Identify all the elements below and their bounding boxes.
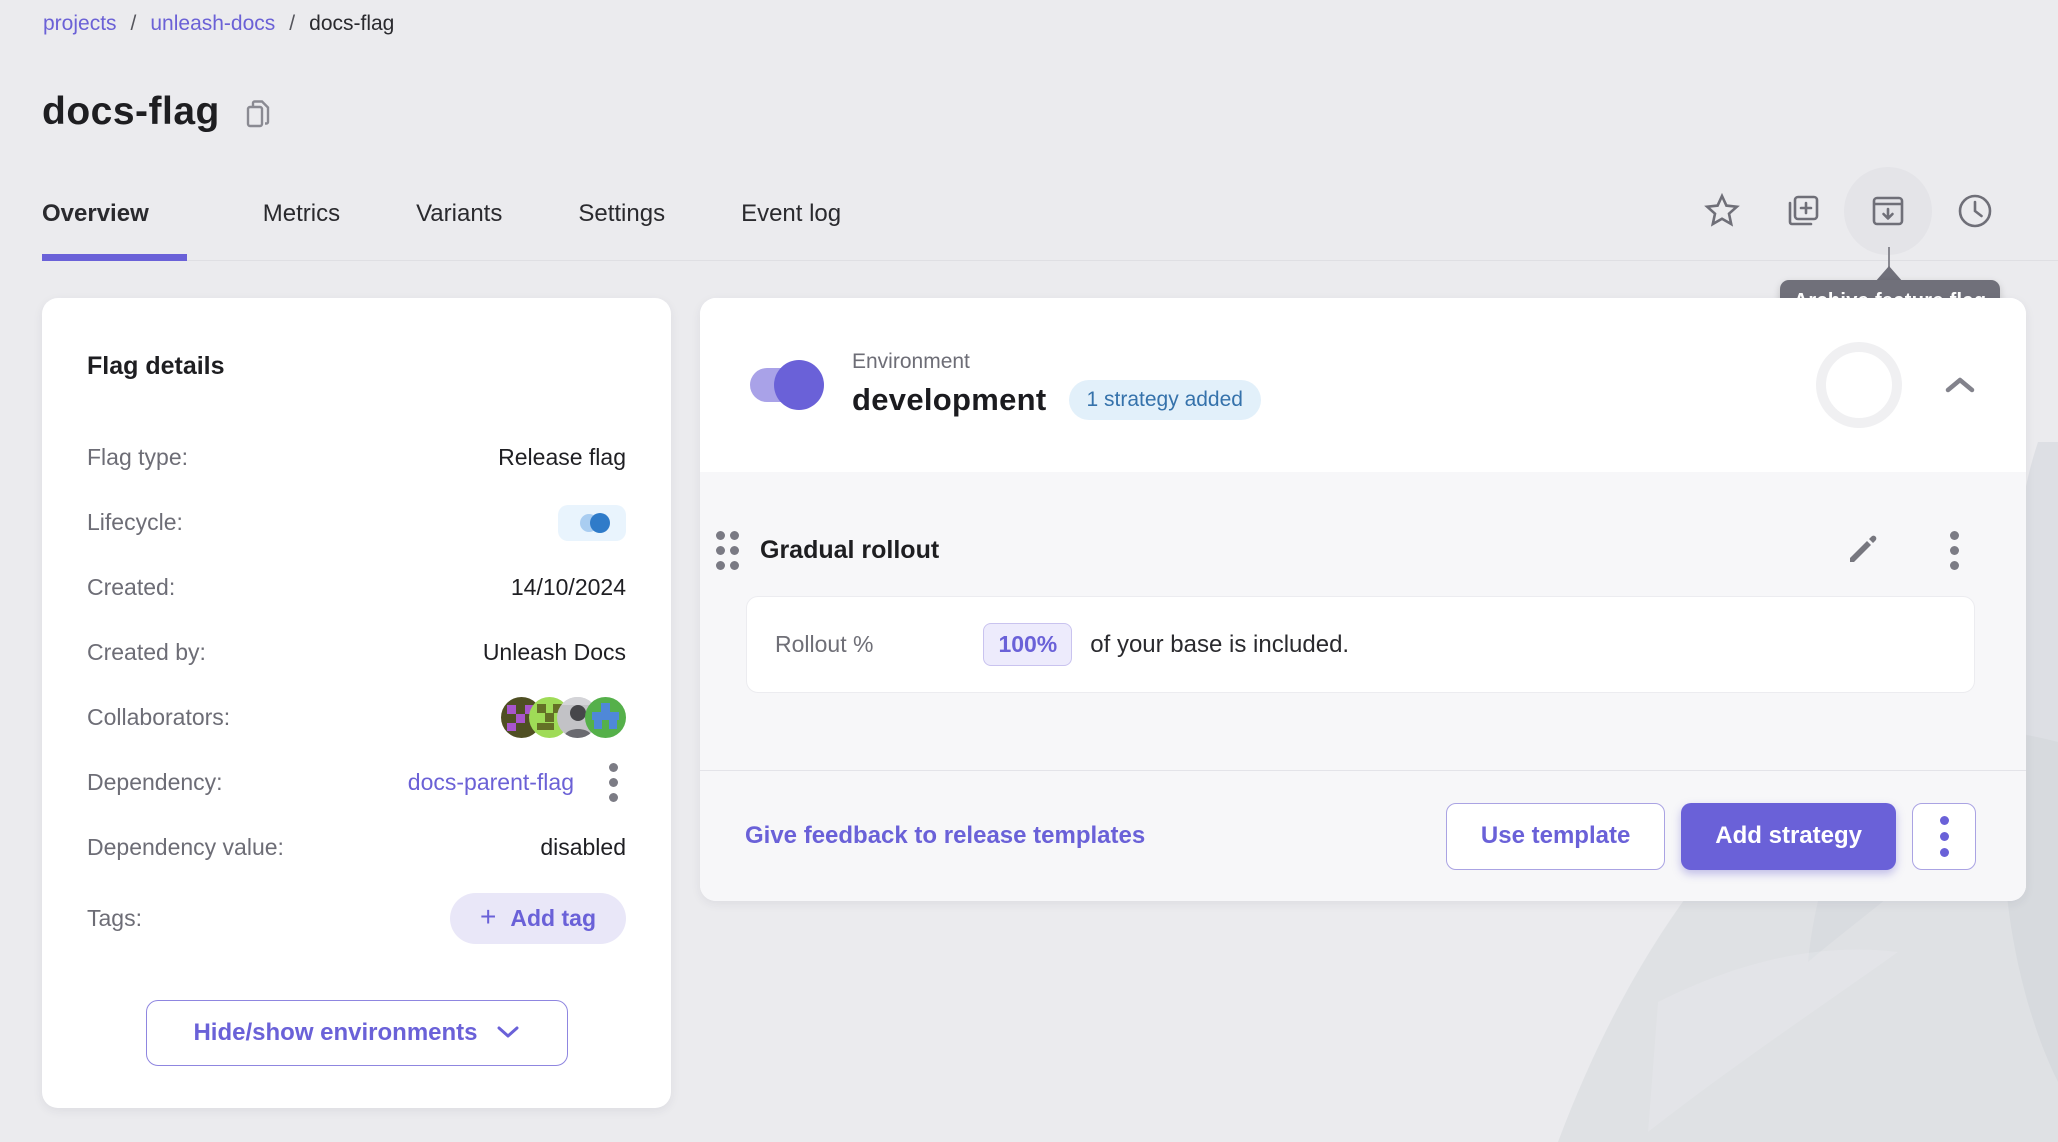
- add-tag-button[interactable]: + Add tag: [450, 893, 626, 944]
- chevron-down-icon: [496, 1019, 520, 1047]
- use-template-button[interactable]: Use template: [1446, 803, 1665, 870]
- hide-show-environments-button[interactable]: Hide/show environments: [146, 1000, 568, 1066]
- rollout-percentage-chip: 100%: [983, 623, 1072, 666]
- breadcrumb-current: docs-flag: [309, 12, 394, 36]
- tab-settings[interactable]: Settings: [540, 186, 703, 260]
- tab-metrics-label: Metrics: [263, 200, 340, 227]
- created-row: Created: 14/10/2024: [87, 555, 626, 620]
- add-tag-label: Add tag: [510, 905, 596, 932]
- flag-details-card: Flag details Flag type: Release flag Lif…: [42, 298, 671, 1108]
- dependency-label: Dependency:: [87, 769, 223, 796]
- rollout-description: of your base is included.: [1090, 631, 1349, 659]
- strategy-count-badge: 1 strategy added: [1069, 380, 1261, 420]
- collaborators-label: Collaborators:: [87, 704, 230, 731]
- tab-event-log[interactable]: Event log: [703, 186, 879, 260]
- environment-name: development: [852, 382, 1047, 418]
- dependency-value: disabled: [540, 834, 626, 861]
- plus-icon: +: [480, 901, 496, 933]
- breadcrumb-separator: /: [289, 12, 295, 36]
- collaborators-row: Collaborators:: [87, 685, 626, 750]
- strategy-menu-icon[interactable]: [1932, 528, 1976, 572]
- copy-name-icon[interactable]: [242, 98, 274, 130]
- page-title: docs-flag: [42, 90, 220, 134]
- dependency-value-row: Dependency value: disabled: [87, 815, 626, 880]
- flag-details-title: Flag details: [87, 352, 626, 381]
- breadcrumb-project-name[interactable]: unleash-docs: [150, 12, 275, 36]
- tab-variants[interactable]: Variants: [378, 186, 540, 260]
- add-strategy-button[interactable]: Add strategy: [1681, 803, 1896, 870]
- breadcrumb: projects / unleash-docs / docs-flag: [43, 12, 394, 36]
- environment-label: Environment: [852, 350, 1261, 374]
- tab-bar: Overview Metrics Variants Settings Event…: [42, 186, 2058, 261]
- breadcrumb-separator: /: [131, 12, 137, 36]
- environment-header: Environment development 1 strategy added: [700, 298, 2026, 472]
- created-by-label: Created by:: [87, 639, 206, 666]
- archive-feature-flag-icon[interactable]: [1859, 182, 1917, 240]
- rollout-summary: Rollout % 100% of your base is included.: [746, 596, 1975, 693]
- strategy-title: Gradual rollout: [760, 536, 939, 565]
- lifecycle-row: Lifecycle:: [87, 490, 626, 555]
- dependency-value-label: Dependency value:: [87, 834, 284, 861]
- environment-card: Environment development 1 strategy added: [700, 298, 2026, 901]
- tags-label: Tags:: [87, 905, 142, 932]
- more-actions-button[interactable]: [1912, 803, 1976, 870]
- environment-footer: Give feedback to release templates Use t…: [700, 770, 2026, 901]
- environment-toggle[interactable]: [750, 368, 818, 402]
- feedback-link[interactable]: Give feedback to release templates: [745, 822, 1145, 850]
- metrics-ring: [1816, 342, 1902, 428]
- lifecycle-stage-chip[interactable]: [558, 505, 626, 541]
- collapse-environment-icon[interactable]: [1938, 363, 1982, 407]
- strategy-section: Gradual rollout Rollout % 100% of your b…: [700, 472, 2026, 770]
- tab-overview-label: Overview: [42, 200, 149, 227]
- dependency-menu-icon[interactable]: [600, 761, 626, 805]
- event-history-icon[interactable]: [1946, 182, 2004, 240]
- lifecycle-label: Lifecycle:: [87, 509, 183, 536]
- created-label: Created:: [87, 574, 175, 601]
- created-by-row: Created by: Unleash Docs: [87, 620, 626, 685]
- tab-overview[interactable]: Overview: [42, 186, 225, 260]
- copy-feature-flag-icon[interactable]: [1773, 182, 1831, 240]
- dependency-row: Dependency: docs-parent-flag: [87, 750, 626, 815]
- collaborator-avatars[interactable]: [501, 697, 626, 738]
- tab-variants-label: Variants: [416, 200, 502, 227]
- edit-strategy-icon[interactable]: [1840, 528, 1884, 572]
- tags-row: Tags: + Add tag: [87, 880, 626, 956]
- favorite-star-icon[interactable]: [1693, 182, 1751, 240]
- breadcrumb-projects[interactable]: projects: [43, 12, 117, 36]
- avatar: [585, 697, 626, 738]
- dependency-link[interactable]: docs-parent-flag: [408, 769, 574, 796]
- tab-settings-label: Settings: [578, 200, 665, 227]
- toggle-thumb: [774, 360, 824, 410]
- flag-type-label: Flag type:: [87, 444, 188, 471]
- tab-event-log-label: Event log: [741, 200, 841, 227]
- flag-type-row: Flag type: Release flag: [87, 425, 626, 490]
- created-by-value: Unleash Docs: [483, 639, 626, 666]
- hide-show-environments-label: Hide/show environments: [193, 1019, 477, 1047]
- drag-handle-icon[interactable]: [712, 522, 742, 578]
- lifecycle-dot-solid: [590, 513, 610, 533]
- rollout-label: Rollout %: [775, 631, 873, 658]
- tab-metrics[interactable]: Metrics: [225, 186, 378, 260]
- active-tab-indicator: [42, 254, 187, 261]
- flag-type-value: Release flag: [498, 444, 626, 471]
- created-value: 14/10/2024: [511, 574, 626, 601]
